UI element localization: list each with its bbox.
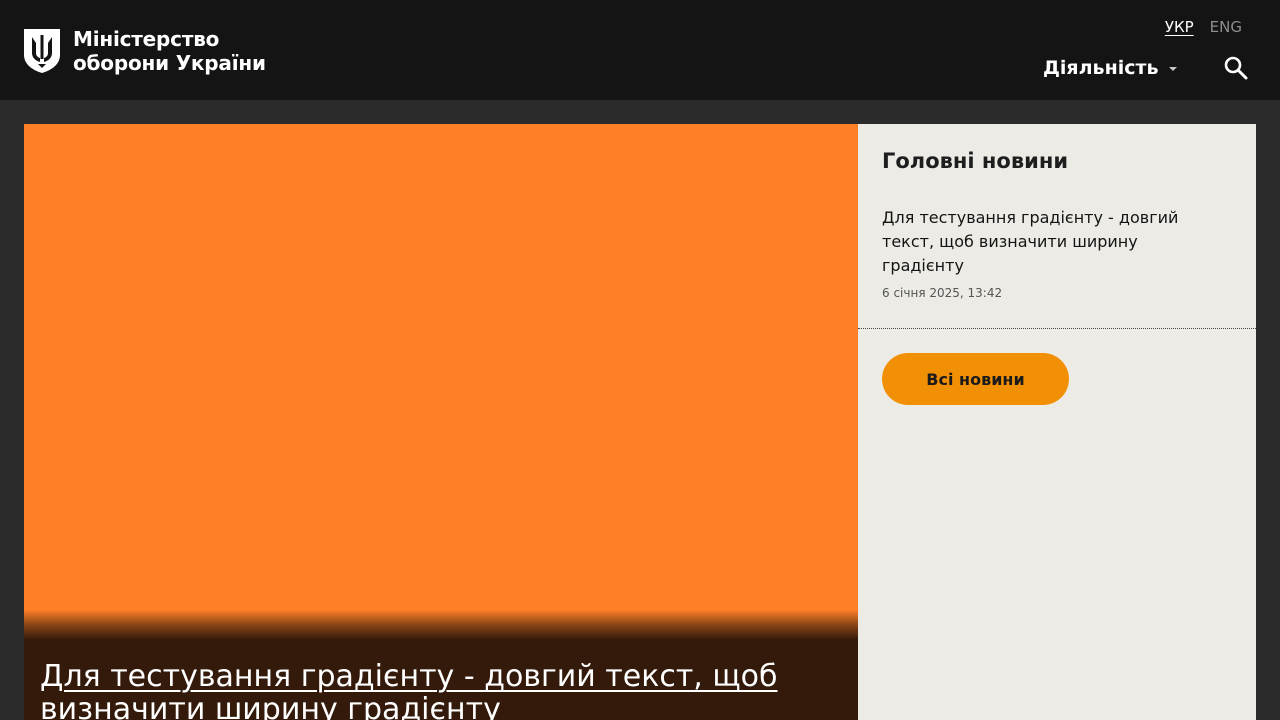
caret-down-icon (1168, 67, 1177, 71)
lang-ukr-link[interactable]: УКР (1165, 18, 1194, 36)
logo-text: Міністерство оборони України (73, 27, 266, 75)
divider (858, 328, 1256, 329)
lang-eng-link[interactable]: ENG (1210, 18, 1242, 36)
trident-emblem-icon (24, 29, 60, 73)
news-item-title[interactable]: Для тестування градієнту - довгий текст,… (882, 206, 1222, 278)
news-item[interactable]: Для тестування градієнту - довгий текст,… (882, 206, 1222, 300)
logo-line-1: Міністерство (73, 27, 220, 51)
site-header: Міністерство оборони України УКР ENG Дія… (0, 0, 1280, 100)
nav-activity-dropdown[interactable]: Діяльність (1043, 57, 1177, 79)
main-news-panel: Головні новини Для тестування градієнту … (858, 124, 1256, 720)
search-icon[interactable] (1222, 54, 1250, 82)
hero-news-card[interactable]: Для тестування градієнту - довгий текст,… (24, 124, 858, 720)
news-item-date: 6 січня 2025, 13:42 (882, 286, 1003, 300)
logo-line-2: оборони України (73, 51, 266, 75)
site-logo[interactable]: Міністерство оборони України (24, 27, 266, 75)
panel-title: Головні новини (882, 149, 1069, 173)
hero-title-link[interactable]: Для тестування градієнту - довгий текст,… (40, 660, 840, 720)
language-switcher: УКР ENG (1165, 18, 1242, 36)
all-news-button[interactable]: Всі новини (882, 353, 1069, 405)
nav-activity-label: Діяльність (1043, 57, 1159, 79)
